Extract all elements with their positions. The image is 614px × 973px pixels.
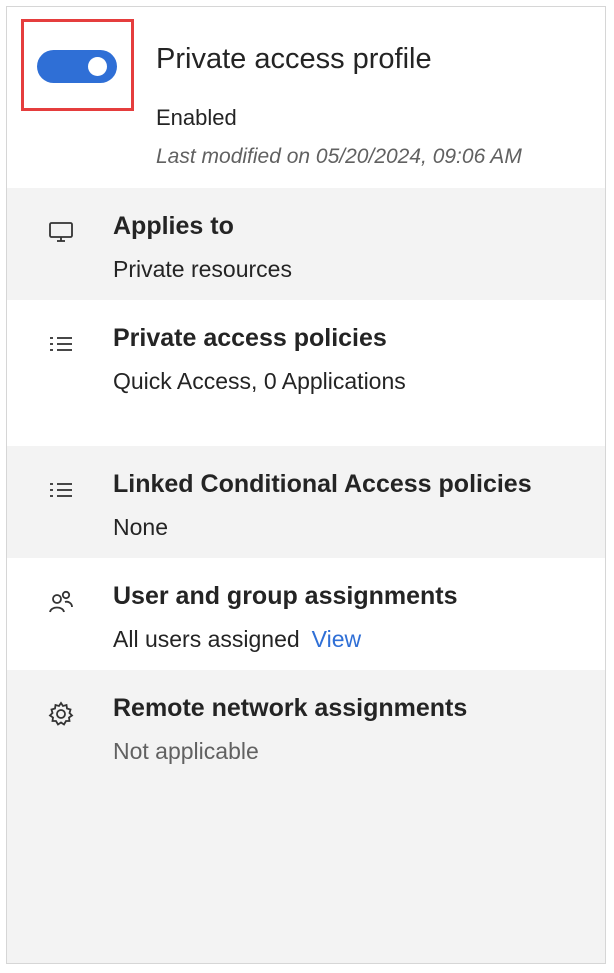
profile-header: Private access profile Enabled Last modi… bbox=[7, 7, 605, 188]
list-icon bbox=[47, 330, 75, 358]
profile-card: Private access profile Enabled Last modi… bbox=[6, 6, 606, 964]
gear-icon bbox=[47, 700, 75, 728]
section-private-access-policies: Private access policies Quick Access, 0 … bbox=[7, 300, 605, 446]
section-title: Applies to bbox=[113, 212, 234, 240]
last-modified-text: Last modified on 05/20/2024, 09:06 AM bbox=[156, 145, 522, 168]
section-title: User and group assignments bbox=[113, 582, 458, 610]
people-icon bbox=[47, 588, 75, 616]
section-value: Not applicable bbox=[113, 738, 259, 764]
section-title: Remote network assignments bbox=[113, 694, 468, 722]
profile-status: Enabled bbox=[156, 105, 237, 130]
section-remote-network-assignments: Remote network assignments Not applicabl… bbox=[7, 670, 605, 963]
section-applies-to: Applies to Private resources bbox=[7, 188, 605, 300]
section-value: Private resources bbox=[113, 256, 292, 282]
section-value: Quick Access, 0 Applications bbox=[113, 368, 406, 394]
toggle-knob bbox=[88, 57, 107, 76]
view-assignments-link[interactable]: View bbox=[312, 626, 361, 652]
profile-title: Private access profile bbox=[156, 43, 432, 75]
section-value-row: All users assigned View bbox=[113, 626, 361, 653]
section-title: Linked Conditional Access policies bbox=[113, 470, 532, 498]
section-value: None bbox=[113, 514, 168, 540]
section-user-group-assignments: User and group assignments All users ass… bbox=[7, 558, 605, 670]
section-linked-ca-policies: Linked Conditional Access policies None bbox=[7, 446, 605, 558]
section-title: Private access policies bbox=[113, 324, 387, 352]
section-value: All users assigned bbox=[113, 626, 300, 652]
profile-enabled-toggle[interactable] bbox=[37, 50, 117, 83]
list-icon bbox=[47, 476, 75, 504]
monitor-icon bbox=[47, 218, 75, 246]
